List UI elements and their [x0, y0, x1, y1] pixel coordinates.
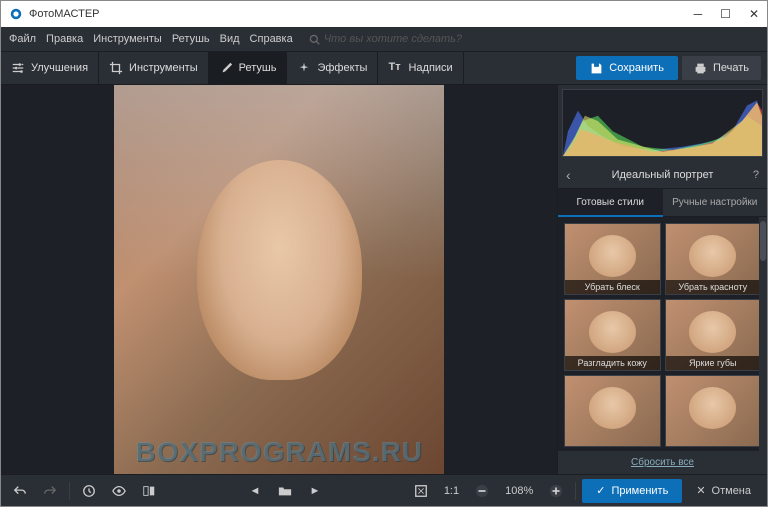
tab-effects[interactable]: Эффекты [287, 52, 378, 84]
preset-item[interactable] [564, 375, 661, 447]
fit-screen-button[interactable] [408, 479, 434, 503]
disk-icon [590, 62, 603, 75]
preset-grid: Убрать блеск Убрать красноту Разгладить … [558, 217, 767, 451]
open-folder-button[interactable] [272, 479, 298, 503]
history-button[interactable] [76, 479, 102, 503]
preset-item[interactable]: Убрать красноту [665, 223, 762, 295]
menu-tools[interactable]: Инструменты [93, 33, 162, 45]
reset-all-link[interactable]: Сбросить все [558, 451, 767, 474]
sparkle-icon [297, 61, 311, 75]
menu-view[interactable]: Вид [220, 33, 240, 45]
histogram[interactable] [562, 89, 763, 157]
compare-button[interactable] [136, 479, 162, 503]
brush-icon [219, 61, 233, 75]
titlebar: ФотоМАСТЕР ─ ☐ ✕ [1, 1, 767, 27]
search-icon [309, 34, 320, 45]
tab-retouch[interactable]: Ретушь [209, 52, 288, 84]
check-icon: ✓ [596, 484, 605, 497]
save-button[interactable]: Сохранить [576, 56, 678, 80]
menu-edit[interactable]: Правка [46, 33, 83, 45]
help-button[interactable]: ? [753, 169, 759, 181]
prev-image-button[interactable]: ◄ [242, 479, 268, 503]
preview-button[interactable] [106, 479, 132, 503]
menu-retouch[interactable]: Ретушь [172, 33, 210, 45]
preset-item[interactable]: Яркие губы [665, 299, 762, 371]
zoom-label: 108% [499, 485, 539, 497]
subtabs: Готовые стили Ручные настройки [558, 189, 767, 217]
back-button[interactable]: ‹ [566, 167, 571, 183]
maximize-button[interactable]: ☐ [720, 7, 731, 21]
main-image: BOXPROGRAMS.RU [114, 85, 444, 474]
app-icon [9, 7, 23, 21]
printer-icon [694, 62, 707, 75]
cancel-button[interactable]: ✕ Отмена [686, 479, 761, 503]
tab-tools[interactable]: Инструменты [99, 52, 209, 84]
menu-help[interactable]: Справка [250, 33, 293, 45]
apply-button[interactable]: ✓ Применить [582, 479, 682, 503]
next-image-button[interactable]: ► [302, 479, 328, 503]
preset-item[interactable]: Разгладить кожу [564, 299, 661, 371]
preset-item[interactable] [665, 375, 762, 447]
subtab-manual[interactable]: Ручные настройки [663, 189, 768, 217]
right-panel: ‹ Идеальный портрет ? Готовые стили Ручн… [557, 85, 767, 474]
tab-captions[interactable]: Tт Надписи [378, 52, 463, 84]
ratio-label[interactable]: 1:1 [438, 485, 465, 497]
zoom-in-button[interactable] [543, 479, 569, 503]
menu-file[interactable]: Файл [9, 33, 36, 45]
window-title: ФотоМАСТЕР [29, 8, 100, 20]
print-button[interactable]: Печать [682, 56, 761, 80]
watermark: BOXPROGRAMS.RU [135, 436, 423, 468]
redo-button[interactable] [37, 479, 63, 503]
text-icon: Tт [388, 61, 402, 75]
minimize-button[interactable]: ─ [694, 7, 703, 21]
tab-enhance[interactable]: Улучшения [1, 52, 99, 84]
zoom-out-button[interactable] [469, 479, 495, 503]
subtab-presets[interactable]: Готовые стили [558, 189, 663, 217]
scrollbar[interactable] [759, 217, 767, 451]
crop-icon [109, 61, 123, 75]
menubar: Файл Правка Инструменты Ретушь Вид Справ… [1, 27, 767, 51]
close-icon: ✕ [696, 484, 705, 497]
sliders-icon [11, 61, 25, 75]
preset-item[interactable]: Убрать блеск [564, 223, 661, 295]
canvas-area[interactable]: BOXPROGRAMS.RU [1, 85, 557, 474]
search-box[interactable]: Что вы хотите сделать? [309, 33, 462, 45]
panel-header: ‹ Идеальный портрет ? [558, 161, 767, 189]
panel-title: Идеальный портрет [612, 169, 714, 181]
close-button[interactable]: ✕ [749, 7, 759, 21]
undo-button[interactable] [7, 479, 33, 503]
bottom-bar: ◄ ► 1:1 108% ✓ Применить ✕ Отмена [1, 474, 767, 506]
toolbar: Улучшения Инструменты Ретушь Эффекты Tт … [1, 51, 767, 85]
